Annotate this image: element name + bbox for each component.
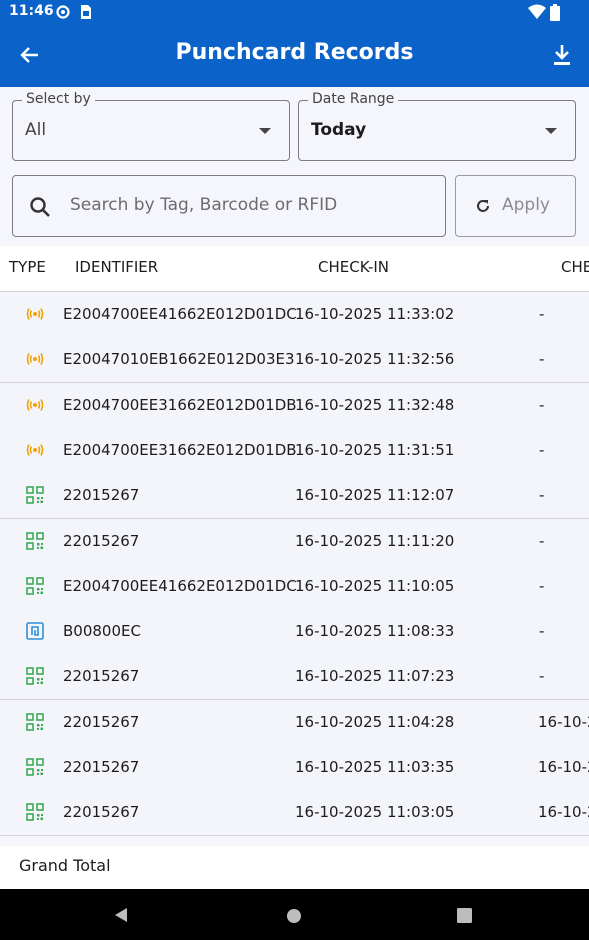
rfid-signal-icon xyxy=(26,441,44,459)
checkout-cell: - xyxy=(539,576,545,595)
identifier-cell: 22015267 xyxy=(63,667,140,686)
checkin-cell: 16-10-2025 11:03:05 xyxy=(295,803,455,822)
table-row[interactable]: E2004700EE41662E012D01DC 16-10-2025 11:10… xyxy=(0,563,589,610)
checkin-cell: 16-10-2025 11:12:07 xyxy=(295,486,455,505)
chevron-down-icon xyxy=(259,128,271,134)
table-row[interactable]: 22015267 16-10-2025 11:11:20 - xyxy=(0,518,589,565)
checkin-cell: 16-10-2025 11:07:23 xyxy=(295,667,455,686)
search-input[interactable]: Search by Tag, Barcode or RFID xyxy=(12,175,446,237)
nfc-tag-icon xyxy=(26,622,44,640)
table-row[interactable]: E2004700EE31662E012D01DB 16-10-2025 11:31… xyxy=(0,427,589,474)
qr-code-icon xyxy=(26,531,44,550)
checkin-cell: 16-10-2025 11:33:02 xyxy=(295,305,455,323)
grand-total-label: Grand Total xyxy=(19,856,111,875)
nav-recents-icon[interactable] xyxy=(457,908,472,923)
qr-code-icon xyxy=(26,486,44,504)
checkout-cell: - xyxy=(539,531,545,550)
nav-home-icon[interactable] xyxy=(286,908,302,924)
grand-total-bar: Grand Total xyxy=(0,846,589,889)
identifier-cell: 22015267 xyxy=(63,758,140,776)
column-header-checkout: CHE xyxy=(561,258,589,276)
checkout-cell: - xyxy=(539,667,545,686)
qr-code-icon xyxy=(26,667,44,686)
date-range-label: Date Range xyxy=(308,91,399,107)
checkout-cell: 16-10-2 xyxy=(538,712,589,731)
refresh-icon xyxy=(477,200,489,212)
identifier-cell: 22015267 xyxy=(63,712,140,731)
sim-card-icon xyxy=(81,5,91,19)
apply-button[interactable]: Apply xyxy=(455,175,576,237)
table-header: TYPE IDENTIFIER CHECK-IN CHE xyxy=(0,246,589,292)
qr-code-icon xyxy=(26,803,44,822)
chevron-down-icon xyxy=(545,128,557,134)
identifier-cell: E2004700EE31662E012D01DB xyxy=(63,395,297,414)
battery-icon xyxy=(550,4,560,21)
select-by-label: Select by xyxy=(22,91,95,107)
checkin-cell: 16-10-2025 11:10:05 xyxy=(295,576,455,595)
identifier-cell: E20047010EB1662E012D03E3 xyxy=(63,350,295,369)
checkout-cell: 16-10-2 xyxy=(538,758,589,776)
search-icon xyxy=(30,197,50,217)
qr-code-icon xyxy=(26,712,44,731)
table-row[interactable]: 22015267 16-10-2025 11:03:35 16-10-2 xyxy=(0,745,589,791)
checkin-cell: 16-10-2025 11:03:35 xyxy=(295,758,455,776)
checkin-cell: 16-10-2025 11:32:56 xyxy=(295,350,455,369)
app-bar: Punchcard Records xyxy=(0,24,589,87)
checkin-cell: 16-10-2025 11:08:33 xyxy=(295,622,455,641)
column-header-type: TYPE xyxy=(9,258,46,276)
identifier-cell: E2004700EE41662E012D01DC xyxy=(63,305,297,323)
download-icon[interactable] xyxy=(551,43,573,67)
settings-icon xyxy=(56,5,70,19)
status-bar: 11:46 xyxy=(0,0,589,24)
checkin-cell: 16-10-2025 11:31:51 xyxy=(295,440,455,459)
rfid-signal-icon xyxy=(26,396,44,414)
nav-back-icon[interactable] xyxy=(113,907,129,923)
table-row[interactable]: 22015267 16-10-2025 11:07:23 - xyxy=(0,654,589,701)
checkout-cell: 16-10-2 xyxy=(538,803,589,822)
system-nav-bar xyxy=(0,889,589,940)
date-range-value: Today xyxy=(311,120,367,140)
checkout-cell: - xyxy=(539,395,545,414)
identifier-cell: 22015267 xyxy=(63,486,140,505)
checkout-cell: - xyxy=(539,350,545,369)
select-by-dropdown[interactable]: Select by All xyxy=(12,91,290,161)
checkin-cell: 16-10-2025 11:04:28 xyxy=(295,712,455,731)
checkout-cell: - xyxy=(539,305,545,323)
column-header-checkin: CHECK-IN xyxy=(318,258,390,276)
table-row[interactable]: B00800EC 16-10-2025 11:08:33 - xyxy=(0,609,589,656)
table-row[interactable]: E2004700EE41662E012D01DC 16-10-2025 11:33… xyxy=(0,292,589,338)
wifi-icon xyxy=(528,4,546,19)
identifier-cell: 22015267 xyxy=(63,531,140,550)
checkout-cell: - xyxy=(539,622,545,641)
checkin-cell: 16-10-2025 11:32:48 xyxy=(295,395,455,414)
checkout-cell: - xyxy=(539,440,545,459)
table-row[interactable]: 22015267 16-10-2025 11:04:28 16-10-2 xyxy=(0,699,589,746)
identifier-cell: B00800EC xyxy=(63,622,141,641)
table-row[interactable]: 22015267 16-10-2025 11:12:07 - xyxy=(0,473,589,520)
identifier-cell: E2004700EE41662E012D01DC xyxy=(63,576,297,595)
apply-label: Apply xyxy=(502,195,550,215)
checkout-cell: - xyxy=(539,486,545,505)
identifier-cell: 22015267 xyxy=(63,803,140,822)
page-title: Punchcard Records xyxy=(175,40,414,65)
table-row[interactable]: E2004700EE31662E012D01DB 16-10-2025 11:32… xyxy=(0,382,589,429)
qr-code-icon xyxy=(26,758,44,776)
select-by-value: All xyxy=(25,120,47,140)
checkin-cell: 16-10-2025 11:11:20 xyxy=(295,531,455,550)
table-row[interactable]: E20047010EB1662E012D03E3 16-10-2025 11:32… xyxy=(0,337,589,384)
records-table: TYPE IDENTIFIER CHECK-IN CHE E2004700EE4… xyxy=(0,246,589,846)
date-range-dropdown[interactable]: Date Range Today xyxy=(298,91,576,161)
search-placeholder: Search by Tag, Barcode or RFID xyxy=(70,195,338,215)
table-row[interactable]: 22015267 16-10-2025 11:03:05 16-10-2 xyxy=(0,790,589,837)
rfid-signal-icon xyxy=(26,305,44,323)
status-time: 11:46 xyxy=(9,3,54,19)
qr-code-icon xyxy=(26,576,44,595)
identifier-cell: E2004700EE31662E012D01DB xyxy=(63,440,297,459)
rfid-signal-icon xyxy=(26,350,44,368)
column-header-identifier: IDENTIFIER xyxy=(75,258,159,276)
